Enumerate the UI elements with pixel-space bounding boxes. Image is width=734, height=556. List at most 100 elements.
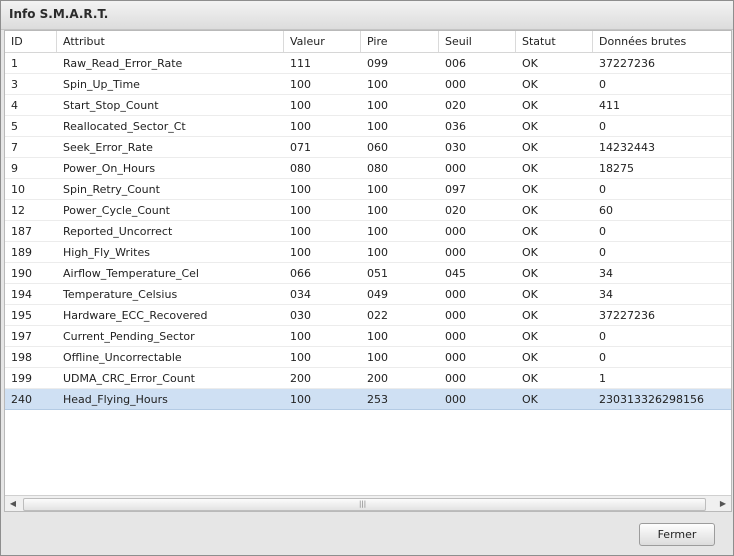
cell-pire: 200 xyxy=(367,372,388,385)
column-header-statut[interactable]: Statut xyxy=(516,31,593,52)
cell-donnees: 1 xyxy=(599,372,606,385)
cell-id: 7 xyxy=(11,141,18,154)
cell-statut: OK xyxy=(522,288,538,301)
cell-pire: 100 xyxy=(367,225,388,238)
dialog-title: Info S.M.A.R.T. xyxy=(9,7,109,21)
horizontal-scrollbar[interactable]: ◀ ||| ▶ xyxy=(5,495,731,511)
scrollbar-thumb[interactable]: ||| xyxy=(23,498,706,511)
column-header-attribut[interactable]: Attribut xyxy=(57,31,284,52)
cell-id: 5 xyxy=(11,120,18,133)
column-header-donnees-brutes[interactable]: Données brutes xyxy=(593,31,731,52)
cell-attribut: Reported_Uncorrect xyxy=(63,225,173,238)
cell-pire: 100 xyxy=(367,204,388,217)
scroll-left-arrow-icon[interactable]: ◀ xyxy=(5,496,21,511)
cell-id: 10 xyxy=(11,183,25,196)
cell-attribut: Power_On_Hours xyxy=(63,162,156,175)
cell-pire: 100 xyxy=(367,351,388,364)
cell-valeur: 100 xyxy=(290,99,311,112)
table-row[interactable]: 189 High_Fly_Writes 100 100 000 OK 0 xyxy=(5,242,731,263)
cell-statut: OK xyxy=(522,351,538,364)
cell-seuil: 000 xyxy=(445,393,466,406)
cell-id: 12 xyxy=(11,204,25,217)
table-row[interactable]: 187 Reported_Uncorrect 100 100 000 OK 0 xyxy=(5,221,731,242)
cell-pire: 051 xyxy=(367,267,388,280)
table-row[interactable]: 199 UDMA_CRC_Error_Count 200 200 000 OK 1 xyxy=(5,368,731,389)
cell-seuil: 000 xyxy=(445,309,466,322)
table-row[interactable]: 9 Power_On_Hours 080 080 000 OK 18275 xyxy=(5,158,731,179)
cell-statut: OK xyxy=(522,78,538,91)
cell-attribut: Hardware_ECC_Recovered xyxy=(63,309,208,322)
cell-donnees: 18275 xyxy=(599,162,634,175)
table-row[interactable]: 194 Temperature_Celsius 034 049 000 OK 34 xyxy=(5,284,731,305)
cell-seuil: 045 xyxy=(445,267,466,280)
cell-valeur: 034 xyxy=(290,288,311,301)
cell-valeur: 100 xyxy=(290,393,311,406)
table-row[interactable]: 10 Spin_Retry_Count 100 100 097 OK 0 xyxy=(5,179,731,200)
cell-valeur: 071 xyxy=(290,141,311,154)
table-row[interactable]: 198 Offline_Uncorrectable 100 100 000 OK 0 xyxy=(5,347,731,368)
table-row[interactable]: 190 Airflow_Temperature_Cel 066 051 045 OK 34 xyxy=(5,263,731,284)
cell-statut: OK xyxy=(522,309,538,322)
cell-pire: 060 xyxy=(367,141,388,154)
cell-attribut: Spin_Retry_Count xyxy=(63,183,160,196)
cell-id: 9 xyxy=(11,162,18,175)
cell-seuil: 020 xyxy=(445,204,466,217)
column-header-pire[interactable]: Pire xyxy=(361,31,439,52)
cell-attribut: Current_Pending_Sector xyxy=(63,330,195,343)
cell-seuil: 036 xyxy=(445,120,466,133)
cell-attribut: UDMA_CRC_Error_Count xyxy=(63,372,195,385)
cell-valeur: 030 xyxy=(290,309,311,322)
cell-donnees: 60 xyxy=(599,204,613,217)
cell-statut: OK xyxy=(522,57,538,70)
cell-valeur: 111 xyxy=(290,57,311,70)
cell-seuil: 000 xyxy=(445,288,466,301)
cell-pire: 080 xyxy=(367,162,388,175)
cell-statut: OK xyxy=(522,330,538,343)
table-row[interactable]: 3 Spin_Up_Time 100 100 000 OK 0 xyxy=(5,74,731,95)
cell-statut: OK xyxy=(522,183,538,196)
cell-statut: OK xyxy=(522,99,538,112)
cell-seuil: 097 xyxy=(445,183,466,196)
table-row[interactable]: 1 Raw_Read_Error_Rate 111 099 006 OK 37227236 xyxy=(5,53,731,74)
cell-attribut: Start_Stop_Count xyxy=(63,99,159,112)
table-row[interactable]: 197 Current_Pending_Sector 100 100 000 OK 0 xyxy=(5,326,731,347)
cell-pire: 049 xyxy=(367,288,388,301)
cell-id: 194 xyxy=(11,288,32,301)
table-row[interactable]: 4 Start_Stop_Count 100 100 020 OK 411 xyxy=(5,95,731,116)
cell-pire: 253 xyxy=(367,393,388,406)
cell-donnees: 14232443 xyxy=(599,141,655,154)
cell-pire: 099 xyxy=(367,57,388,70)
table-row[interactable]: 7 Seek_Error_Rate 071 060 030 OK 14232443 xyxy=(5,137,731,158)
column-header-id[interactable]: ID xyxy=(5,31,57,52)
close-button[interactable]: Fermer xyxy=(639,523,715,546)
cell-donnees: 34 xyxy=(599,288,613,301)
scroll-right-arrow-icon[interactable]: ▶ xyxy=(715,496,731,511)
cell-statut: OK xyxy=(522,393,538,406)
cell-attribut: Offline_Uncorrectable xyxy=(63,351,182,364)
cell-seuil: 030 xyxy=(445,141,466,154)
cell-attribut: High_Fly_Writes xyxy=(63,246,150,259)
cell-id: 199 xyxy=(11,372,32,385)
cell-donnees: 230313326298156 xyxy=(599,393,704,406)
column-header-valeur[interactable]: Valeur xyxy=(284,31,361,52)
cell-seuil: 020 xyxy=(445,99,466,112)
smart-info-dialog: Info S.M.A.R.T. ID Attribut Valeur Pire … xyxy=(0,0,734,556)
cell-id: 195 xyxy=(11,309,32,322)
cell-statut: OK xyxy=(522,162,538,175)
cell-attribut: Power_Cycle_Count xyxy=(63,204,170,217)
cell-donnees: 0 xyxy=(599,330,606,343)
cell-seuil: 000 xyxy=(445,162,466,175)
column-header-seuil[interactable]: Seuil xyxy=(439,31,516,52)
table-row[interactable]: 195 Hardware_ECC_Recovered 030 022 000 OK 3722… xyxy=(5,305,731,326)
cell-attribut: Airflow_Temperature_Cel xyxy=(63,267,199,280)
table-row[interactable]: 12 Power_Cycle_Count 100 100 020 OK 60 xyxy=(5,200,731,221)
cell-valeur: 100 xyxy=(290,225,311,238)
cell-valeur: 100 xyxy=(290,246,311,259)
cell-statut: OK xyxy=(522,267,538,280)
cell-valeur: 100 xyxy=(290,351,311,364)
table-row[interactable]: 240 Head_Flying_Hours 100 253 000 OK 230313326… xyxy=(5,389,731,410)
cell-pire: 100 xyxy=(367,183,388,196)
cell-donnees: 37227236 xyxy=(599,57,655,70)
cell-pire: 022 xyxy=(367,309,388,322)
table-row[interactable]: 5 Reallocated_Sector_Ct 100 100 036 OK 0 xyxy=(5,116,731,137)
